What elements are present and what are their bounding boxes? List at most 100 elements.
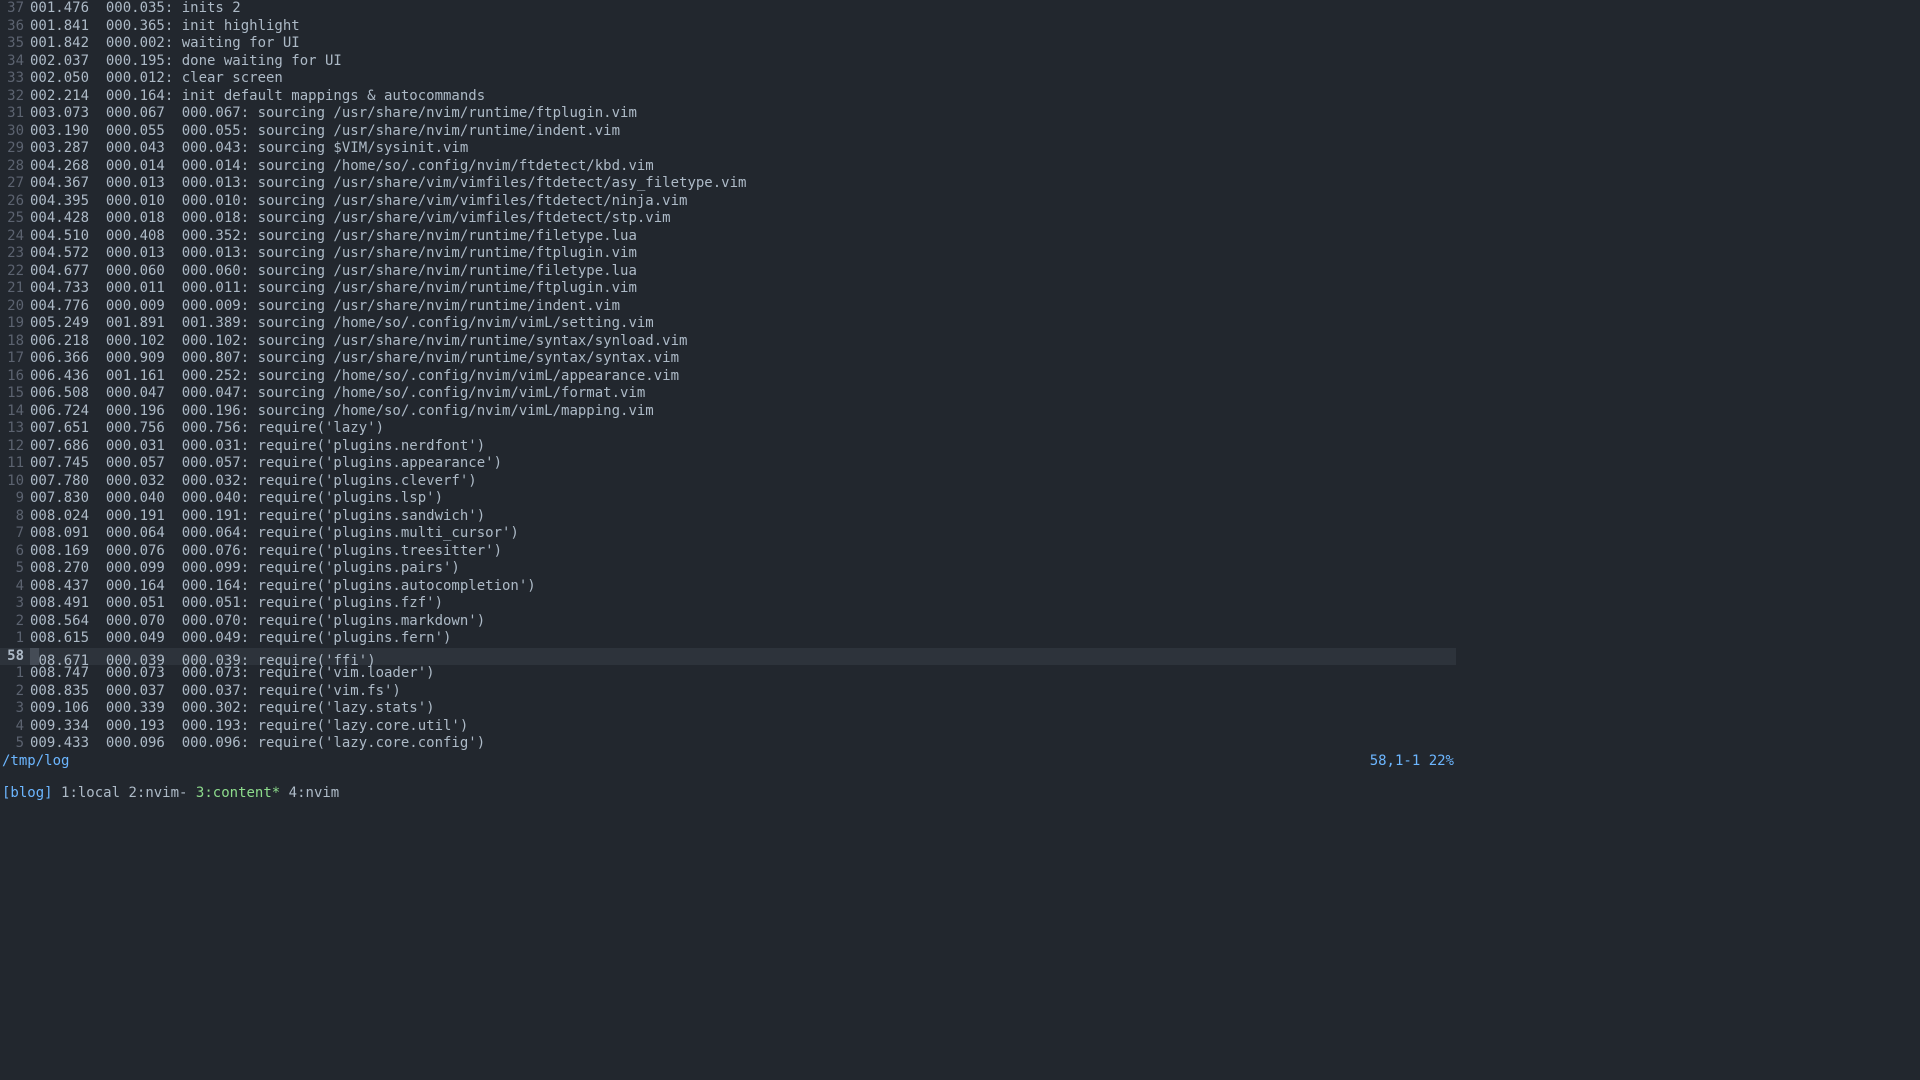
- line-number: 18: [0, 333, 30, 351]
- line-text: 009.433 000.096 000.096: require('lazy.c…: [30, 735, 1456, 753]
- line-text: 008.437 000.164 000.164: require('plugin…: [30, 578, 1456, 596]
- line-text: 002.037 000.195: done waiting for UI: [30, 53, 1456, 71]
- buffer-line: 36001.841 000.365: init highlight: [0, 18, 1456, 36]
- line-number: 29: [0, 140, 30, 158]
- buffer-line: 32002.214 000.164: init default mappings…: [0, 88, 1456, 106]
- line-number: 16: [0, 368, 30, 386]
- line-text: 007.651 000.756 000.756: require('lazy'): [30, 420, 1456, 438]
- buffer-line: 21004.733 000.011 000.011: sourcing /usr…: [0, 280, 1456, 298]
- line-text: 006.218 000.102 000.102: sourcing /usr/s…: [30, 333, 1456, 351]
- line-text: 008.169 000.076 000.076: require('plugin…: [30, 543, 1456, 561]
- tmux-session: [blog]: [2, 785, 53, 801]
- line-number: 8: [0, 508, 30, 526]
- line-number: 1: [0, 665, 30, 683]
- line-text: 002.214 000.164: init default mappings &…: [30, 88, 1456, 106]
- line-text: 008.564 000.070 000.070: require('plugin…: [30, 613, 1456, 631]
- line-text: 002.050 000.012: clear screen: [30, 70, 1456, 88]
- line-number: 32: [0, 88, 30, 106]
- line-number: 11: [0, 455, 30, 473]
- line-number: 33: [0, 70, 30, 88]
- buffer-line: 18006.218 000.102 000.102: sourcing /usr…: [0, 333, 1456, 351]
- line-text: 004.395 000.010 000.010: sourcing /usr/s…: [30, 193, 1456, 211]
- line-text: 008.270 000.099 000.099: require('plugin…: [30, 560, 1456, 578]
- line-text: 004.367 000.013 000.013: sourcing /usr/s…: [30, 175, 1456, 193]
- file-path: /tmp/log: [2, 753, 69, 771]
- buffer-line: 17006.366 000.909 000.807: sourcing /usr…: [0, 350, 1456, 368]
- line-number: 4: [0, 578, 30, 596]
- buffer-line: 28004.268 000.014 000.014: sourcing /hom…: [0, 158, 1456, 176]
- buffer-line: 22004.677 000.060 000.060: sourcing /usr…: [0, 263, 1456, 281]
- line-text: 004.510 000.408 000.352: sourcing /usr/s…: [30, 228, 1456, 246]
- tmux-window[interactable]: 2:nvim-: [128, 785, 187, 801]
- line-number: 35: [0, 35, 30, 53]
- line-number: 9: [0, 490, 30, 508]
- buffer-line: 5009.433 000.096 000.096: require('lazy.…: [0, 735, 1456, 753]
- line-text: 006.724 000.196 000.196: sourcing /home/…: [30, 403, 1456, 421]
- buffer-line: 26004.395 000.010 000.010: sourcing /usr…: [0, 193, 1456, 211]
- line-text: 009.106 000.339 000.302: require('lazy.s…: [30, 700, 1456, 718]
- buffer-line: 1008.615 000.049 000.049: require('plugi…: [0, 630, 1456, 648]
- line-number: 27: [0, 175, 30, 193]
- line-number: 4: [0, 718, 30, 736]
- line-number: 3: [0, 595, 30, 613]
- line-text: 001.842 000.002: waiting for UI: [30, 35, 1456, 53]
- buffer-line: 8008.024 000.191 000.191: require('plugi…: [0, 508, 1456, 526]
- line-text: 008.747 000.073 000.073: require('vim.lo…: [30, 665, 1456, 683]
- tmux-window[interactable]: 4:nvim: [289, 785, 340, 801]
- line-number: 20: [0, 298, 30, 316]
- tmux-window[interactable]: 3:content*: [196, 785, 280, 801]
- line-text: 003.287 000.043 000.043: sourcing $VIM/s…: [30, 140, 1456, 158]
- buffer-line: 5808.671 000.039 000.039: require('ffi'): [0, 648, 1456, 666]
- line-number: 34: [0, 53, 30, 71]
- line-number: 30: [0, 123, 30, 141]
- line-number: 5: [0, 560, 30, 578]
- buffer-line: 2008.835 000.037 000.037: require('vim.f…: [0, 683, 1456, 701]
- buffer-line: 3009.106 000.339 000.302: require('lazy.…: [0, 700, 1456, 718]
- buffer-line: 4008.437 000.164 000.164: require('plugi…: [0, 578, 1456, 596]
- line-text: 008.835 000.037 000.037: require('vim.fs…: [30, 683, 1456, 701]
- buffer-line: 24004.510 000.408 000.352: sourcing /usr…: [0, 228, 1456, 246]
- line-number: 36: [0, 18, 30, 36]
- line-number: 6: [0, 543, 30, 561]
- line-text: 006.436 001.161 000.252: sourcing /home/…: [30, 368, 1456, 386]
- line-number: 13: [0, 420, 30, 438]
- line-text: 009.334 000.193 000.193: require('lazy.c…: [30, 718, 1456, 736]
- line-text: 001.476 000.035: inits 2: [30, 0, 1456, 18]
- tmux-window[interactable]: 1:local: [61, 785, 120, 801]
- line-number: 31: [0, 105, 30, 123]
- buffer-line: 27004.367 000.013 000.013: sourcing /usr…: [0, 175, 1456, 193]
- line-text: 004.733 000.011 000.011: sourcing /usr/s…: [30, 280, 1456, 298]
- buffer-line: 13007.651 000.756 000.756: require('lazy…: [0, 420, 1456, 438]
- buffer-line: 25004.428 000.018 000.018: sourcing /usr…: [0, 210, 1456, 228]
- buffer-line: 30003.190 000.055 000.055: sourcing /usr…: [0, 123, 1456, 141]
- line-number: 23: [0, 245, 30, 263]
- line-text: 004.268 000.014 000.014: sourcing /home/…: [30, 158, 1456, 176]
- cursor: [30, 648, 39, 665]
- line-number: 7: [0, 525, 30, 543]
- tmux-status: [blog] 1:local 2:nvim- 3:content* 4:nvim: [0, 785, 1456, 803]
- buffer-line: 29003.287 000.043 000.043: sourcing $VIM…: [0, 140, 1456, 158]
- line-text: 004.572 000.013 000.013: sourcing /usr/s…: [30, 245, 1456, 263]
- buffer-line: 35001.842 000.002: waiting for UI: [0, 35, 1456, 53]
- editor-buffer[interactable]: 37001.476 000.035: inits 236001.841 000.…: [0, 0, 1456, 753]
- line-number: 1: [0, 630, 30, 648]
- line-text: 007.830 000.040 000.040: require('plugin…: [30, 490, 1456, 508]
- line-number: 21: [0, 280, 30, 298]
- line-text: 005.249 001.891 001.389: sourcing /home/…: [30, 315, 1456, 333]
- buffer-line: 9007.830 000.040 000.040: require('plugi…: [0, 490, 1456, 508]
- buffer-line: 11007.745 000.057 000.057: require('plug…: [0, 455, 1456, 473]
- line-number: 19: [0, 315, 30, 333]
- line-text: 006.508 000.047 000.047: sourcing /home/…: [30, 385, 1456, 403]
- line-number: 37: [0, 0, 30, 18]
- buffer-line: 19005.249 001.891 001.389: sourcing /hom…: [0, 315, 1456, 333]
- buffer-line: 37001.476 000.035: inits 2: [0, 0, 1456, 18]
- buffer-line: 10007.780 000.032 000.032: require('plug…: [0, 473, 1456, 491]
- cursor-position: 58,1-1 22%: [1370, 753, 1454, 771]
- line-number: 5: [0, 735, 30, 753]
- buffer-line: 4009.334 000.193 000.193: require('lazy.…: [0, 718, 1456, 736]
- line-text: 003.190 000.055 000.055: sourcing /usr/s…: [30, 123, 1456, 141]
- line-text: 08.671 000.039 000.039: require('ffi'): [30, 648, 1456, 666]
- buffer-line: 14006.724 000.196 000.196: sourcing /hom…: [0, 403, 1456, 421]
- buffer-line: 20004.776 000.009 000.009: sourcing /usr…: [0, 298, 1456, 316]
- line-text: 008.091 000.064 000.064: require('plugin…: [30, 525, 1456, 543]
